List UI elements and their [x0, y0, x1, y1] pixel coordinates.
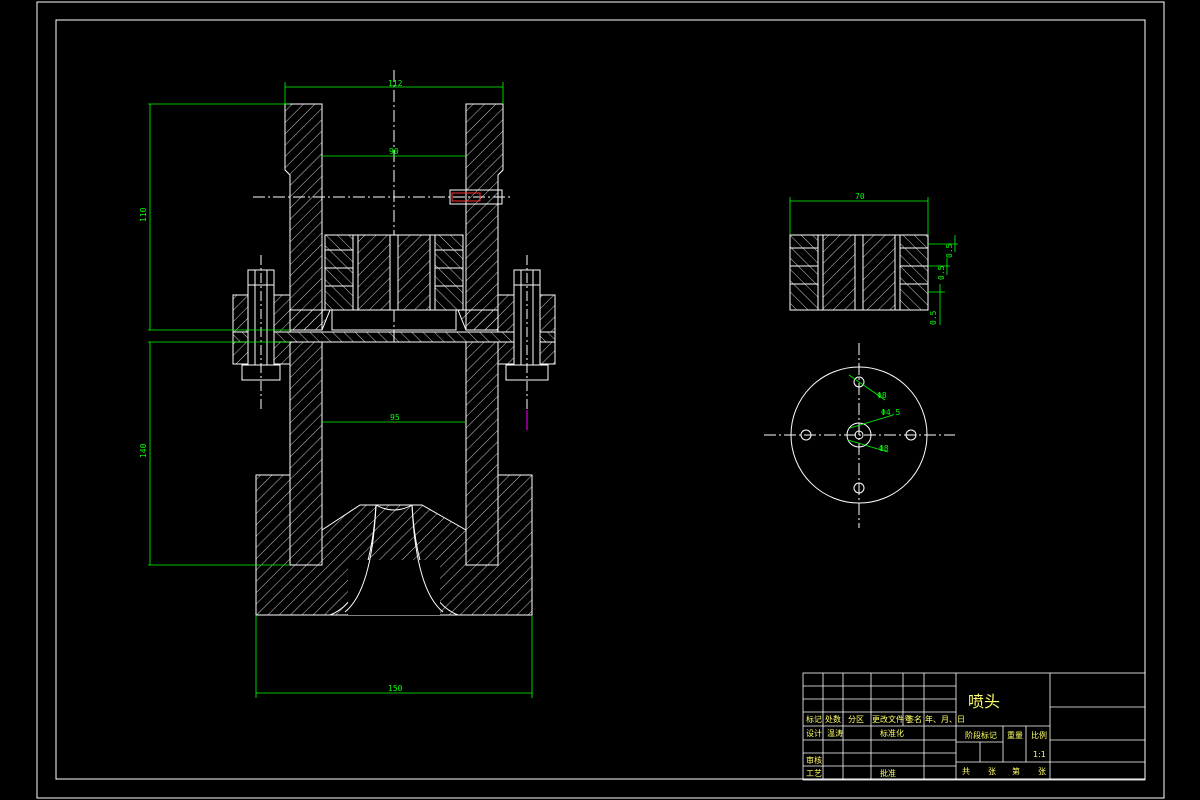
svg-text:标记: 标记 [806, 714, 822, 724]
dim-base-width: 150 [388, 684, 403, 693]
standardization-label: 标准化 [880, 728, 904, 738]
drawing-name: 喷头 [968, 692, 1000, 711]
outer-frame [36, 1, 1165, 799]
sheet-total-label: 共 [962, 767, 970, 776]
weight-label: 重量 [1007, 730, 1023, 740]
sheet-unit-1: 张 [988, 767, 996, 776]
row-label-process: 工艺 [806, 769, 822, 778]
sheet-unit-2: 张 [1038, 767, 1046, 776]
nozzle-top-view [764, 343, 955, 528]
designer-name: 温涛 [827, 728, 843, 738]
sheet-index-label: 第 [1012, 766, 1020, 776]
title-block-headers: 标记 处数 分区 更改文件号 签名 年、月、日 [806, 714, 965, 724]
svg-text:处数: 处数 [825, 714, 841, 724]
svg-text:年、月、日: 年、月、日 [925, 714, 965, 724]
dim-upper-height: 110 [139, 207, 148, 222]
dim-insert-a: 0.5 [945, 243, 954, 258]
row-label-review: 审核 [806, 755, 822, 765]
cad-drawing-canvas: 112 90 110 140 95 150 70 0.5 0.5 0.5 Φ8 … [36, 1, 1165, 799]
approval-label: 批准 [880, 768, 896, 778]
dim-hole-a: Φ8 [877, 391, 887, 400]
stage-mark-label: 阶段标记 [965, 730, 997, 740]
scale-label: 比例 [1031, 730, 1047, 740]
row-label-design: 设计 [806, 728, 822, 738]
svg-text:分区: 分区 [848, 715, 864, 724]
dim-inner-top: 90 [389, 147, 399, 156]
title-block [802, 672, 1146, 781]
dim-hole-c: Φ8 [879, 444, 889, 453]
dim-insert-width: 70 [855, 192, 865, 201]
dim-insert-b: 0.5 [937, 265, 946, 280]
dim-lower-height: 140 [139, 443, 148, 458]
dim-inner-lower: 95 [390, 413, 400, 422]
dim-top-width: 112 [388, 79, 403, 88]
inner-frame [55, 19, 1146, 780]
scale-value: 1:1 [1033, 750, 1046, 759]
dim-insert-c: 0.5 [929, 310, 938, 325]
svg-text:签名: 签名 [906, 714, 922, 724]
insert-section-view [789, 234, 929, 311]
dim-hole-b: Φ4.5 [881, 408, 900, 417]
